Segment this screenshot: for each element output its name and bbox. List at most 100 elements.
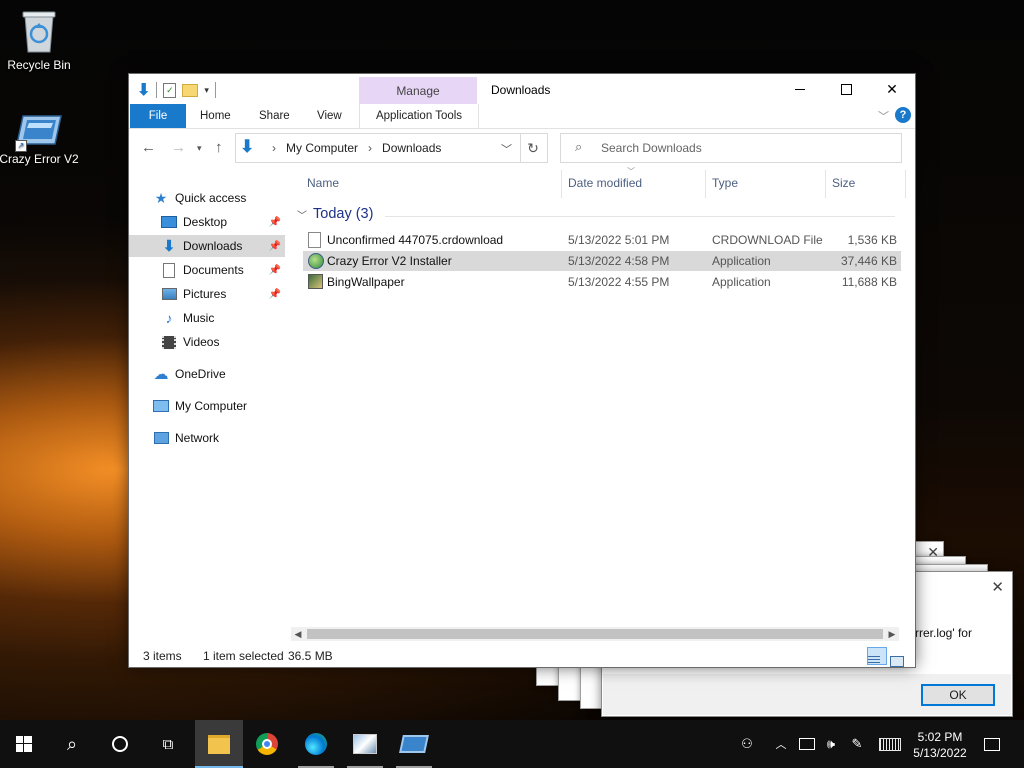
tab-share[interactable]: Share	[259, 104, 290, 128]
address-row: ← → ▾ ↑ ⬇ › My Computer › Downloads ﹀ ↻ …	[129, 130, 915, 166]
nav-label: Downloads	[183, 239, 243, 253]
taskbar-crazy-error[interactable]	[390, 720, 438, 768]
forward-icon[interactable]: →	[171, 139, 186, 156]
up-icon[interactable]: ↑	[215, 139, 223, 156]
pin-icon: 📌	[268, 264, 281, 276]
taskbar-edge[interactable]	[292, 720, 340, 768]
breadcrumb-downloads[interactable]: Downloads	[382, 141, 441, 155]
scrollbar-thumb[interactable]	[307, 629, 883, 639]
nav-desktop[interactable]: Desktop 📌	[129, 211, 285, 233]
selection-count: 1 item selected	[203, 649, 284, 663]
file-type: Application	[712, 275, 771, 289]
scroll-right-icon[interactable]: ▶	[885, 627, 899, 641]
new-folder-icon[interactable]	[182, 83, 199, 97]
search-button[interactable]: ⌕	[48, 720, 96, 768]
column-header-size[interactable]: Size	[832, 176, 855, 190]
taskbar-chrome[interactable]	[243, 720, 291, 768]
task-view-button[interactable]: ⧉	[144, 720, 192, 768]
column-header-date-modified[interactable]: Date modified	[568, 176, 642, 190]
breadcrumb-my-computer[interactable]: My Computer	[286, 141, 358, 155]
divider	[214, 82, 216, 98]
maximize-button[interactable]	[823, 74, 869, 104]
recycle-bin-shortcut[interactable]: Recycle Bin	[0, 8, 79, 72]
horizontal-scrollbar[interactable]: ◀ ▶	[291, 627, 899, 641]
breadcrumb-separator-icon: ›	[368, 141, 373, 155]
manage-contextual-tab[interactable]: Manage	[359, 77, 477, 104]
volume-button[interactable]: 🕪	[820, 720, 842, 768]
file-date: 5/13/2022 4:55 PM	[568, 275, 670, 289]
nav-label: Network	[175, 431, 220, 445]
downloads-icon: ⬇	[162, 238, 176, 255]
properties-icon[interactable]: ✓	[163, 82, 177, 98]
clock[interactable]: 5:02 PM 5/13/2022	[908, 729, 972, 761]
nav-network[interactable]: Network	[153, 427, 309, 449]
taskbar-file-explorer[interactable]	[195, 720, 243, 768]
help-icon[interactable]: ?	[895, 107, 911, 123]
music-icon: ♪	[165, 310, 173, 326]
file-row[interactable]: BingWallpaper 5/13/2022 4:55 PM Applicat…	[303, 272, 901, 292]
divider	[825, 170, 826, 198]
nav-label: Videos	[183, 335, 220, 349]
divider	[905, 170, 906, 198]
minimize-icon	[795, 88, 805, 90]
tab-application-tools[interactable]: Application Tools	[359, 104, 479, 128]
crazy-error-app-icon: ↗	[15, 114, 63, 152]
details-view-button[interactable]	[867, 647, 887, 665]
scroll-left-icon[interactable]: ◀	[291, 627, 305, 641]
touch-keyboard-button[interactable]	[876, 720, 904, 768]
nav-music[interactable]: ♪ Music	[129, 307, 285, 329]
group-label: Today (3)	[313, 206, 374, 222]
close-icon[interactable]: ✕	[991, 578, 1004, 596]
nav-onedrive[interactable]: ☁ OneDrive	[153, 363, 309, 385]
people-button[interactable]: ⚇	[734, 720, 760, 768]
large-icons-view-button[interactable]	[889, 647, 909, 667]
back-icon[interactable]: ←	[141, 139, 156, 156]
column-header-type[interactable]: Type	[712, 176, 738, 190]
recent-locations-icon[interactable]: ▾	[197, 143, 202, 154]
nav-videos[interactable]: Videos	[129, 331, 285, 353]
nav-downloads[interactable]: ⬇ Downloads 📌	[129, 235, 285, 257]
pin-icon: 📌	[268, 288, 281, 300]
cortana-button[interactable]	[96, 720, 144, 768]
column-header-name[interactable]: Name	[307, 176, 339, 190]
tab-home[interactable]: Home	[200, 104, 231, 128]
search-box[interactable]: ⌕ Search Downloads	[560, 133, 902, 163]
file-row[interactable]	[303, 304, 901, 324]
ok-button[interactable]: OK	[921, 684, 995, 706]
star-icon: ★	[154, 189, 168, 206]
crazy-error-label: Crazy Error V2	[0, 152, 79, 166]
nav-my-computer[interactable]: My Computer	[153, 395, 309, 417]
address-bar[interactable]: ⬇ › My Computer › Downloads ﹀	[235, 133, 521, 163]
tab-view[interactable]: View	[317, 104, 342, 128]
customize-toolbar-icon[interactable]: ▾	[204, 85, 209, 96]
pen-workspace-button[interactable]: ✎	[846, 720, 868, 768]
title-bar[interactable]: ⬇ ✓ ▾ Manage Downloads ✕	[129, 74, 915, 104]
group-header[interactable]: ﹀ Today (3)	[297, 206, 373, 222]
expand-ribbon-icon[interactable]: ﹀	[878, 108, 889, 124]
nav-quick-access[interactable]: ★ Quick access	[153, 187, 309, 209]
address-dropdown-icon[interactable]: ﹀	[501, 141, 512, 157]
crazy-error-shortcut[interactable]: ↗ Crazy Error V2	[0, 114, 79, 166]
cortana-icon	[112, 736, 128, 752]
nav-label: OneDrive	[175, 367, 226, 381]
close-button[interactable]: ✕	[869, 74, 915, 104]
pin-icon: 📌	[268, 240, 281, 252]
nav-pictures[interactable]: Pictures 📌	[129, 283, 285, 305]
recycle-bin-label: Recycle Bin	[7, 58, 71, 72]
nav-documents[interactable]: Documents 📌	[129, 259, 285, 281]
show-hidden-icons-button[interactable]: ︿	[772, 720, 790, 768]
maximize-icon	[840, 83, 852, 95]
start-button[interactable]	[0, 720, 48, 768]
tab-file[interactable]: File	[130, 104, 186, 128]
action-center-button[interactable]	[978, 720, 1006, 768]
network-button[interactable]	[796, 720, 818, 768]
refresh-button[interactable]: ↻	[519, 133, 548, 163]
file-explorer-window: ⬇ ✓ ▾ Manage Downloads ✕ File Home Share…	[129, 74, 915, 667]
file-row[interactable]: Unconfirmed 447075.crdownload 5/13/2022 …	[303, 230, 901, 250]
divider	[561, 170, 562, 198]
people-icon: ⚇	[741, 736, 753, 751]
minimize-button[interactable]	[777, 74, 823, 104]
pen-icon: ✎	[851, 736, 863, 751]
file-row-selected[interactable]: Crazy Error V2 Installer 5/13/2022 4:58 …	[303, 251, 901, 271]
taskbar-bing-wallpaper[interactable]	[341, 720, 389, 768]
